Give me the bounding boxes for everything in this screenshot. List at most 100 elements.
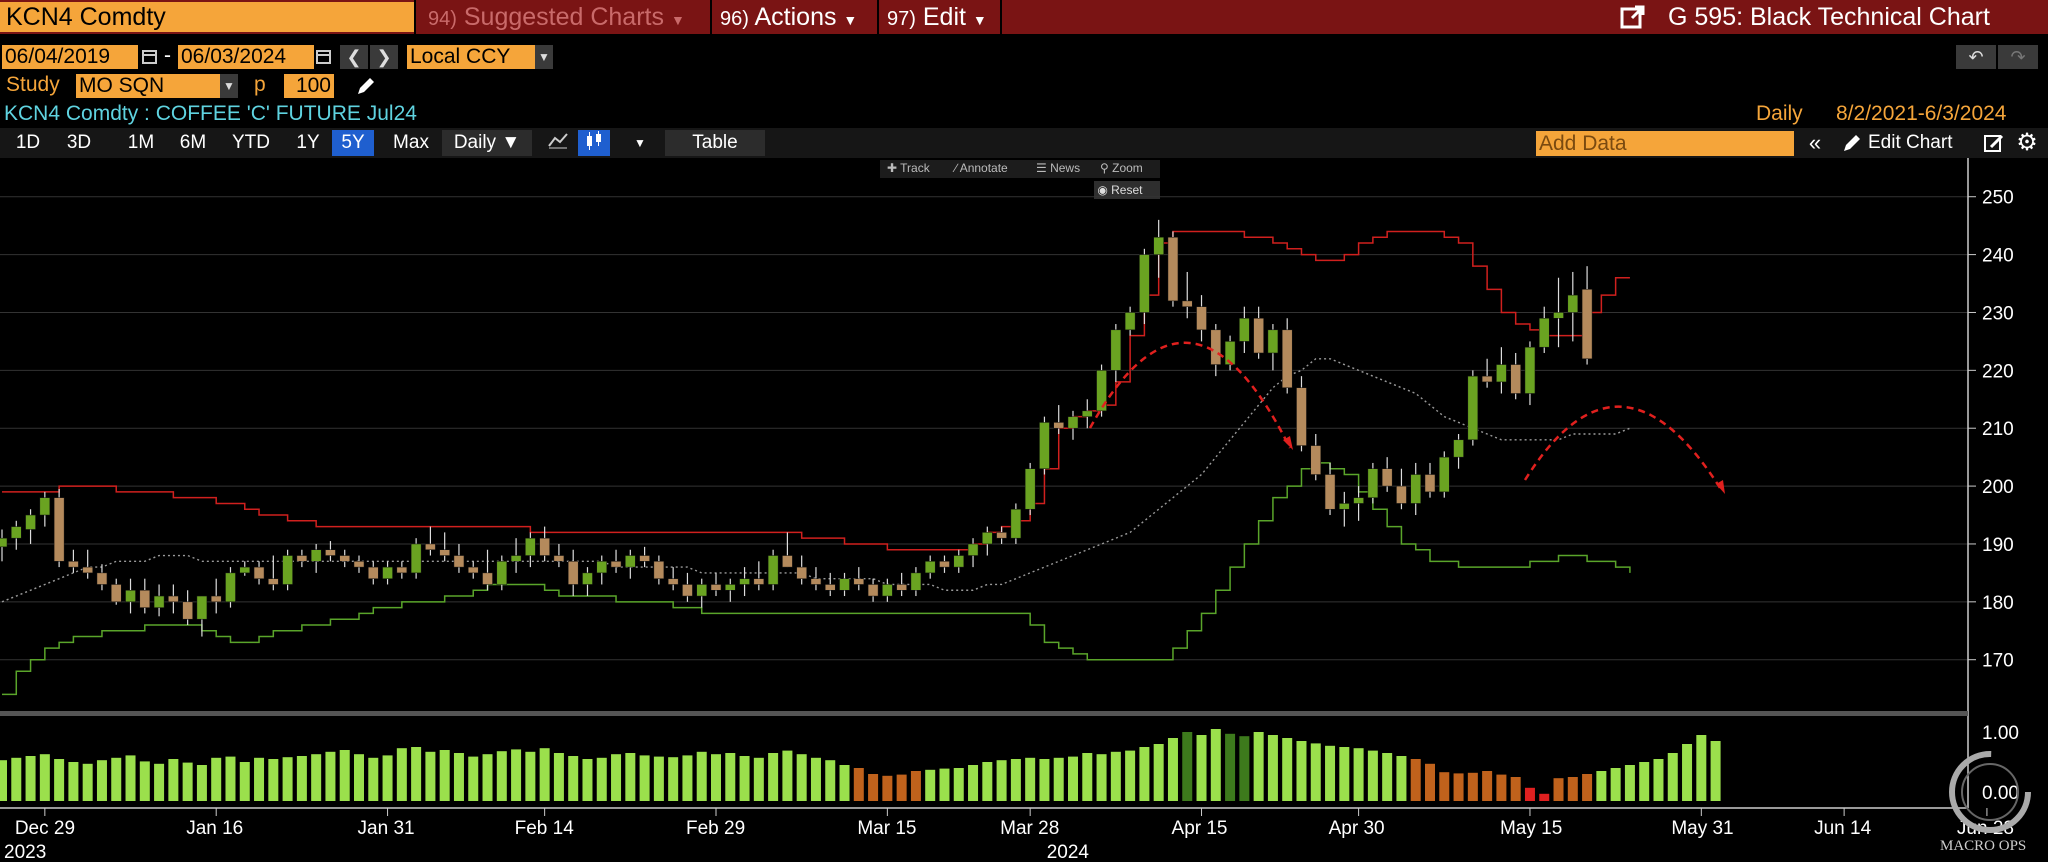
volume-bar <box>168 759 179 801</box>
study-select[interactable]: MO SQN <box>76 74 220 98</box>
pencil-icon[interactable] <box>1840 131 1864 155</box>
calendar-icon[interactable] <box>314 45 334 69</box>
candle <box>410 543 422 574</box>
table-button[interactable]: Table <box>665 130 765 156</box>
volume-bar <box>1039 759 1050 801</box>
volume-bar <box>1110 751 1121 801</box>
suggested-charts-button[interactable]: 94) Suggested Charts ▼ <box>428 0 685 34</box>
candle <box>182 601 193 620</box>
volume-bar <box>1653 759 1664 801</box>
volume-bar <box>910 771 921 801</box>
next-period-button[interactable]: ❯ <box>370 45 398 69</box>
year-label: 2023 <box>4 842 46 862</box>
candle <box>1496 364 1507 383</box>
candle <box>253 566 265 579</box>
volume-bar <box>1610 768 1621 801</box>
currency-select[interactable]: Local CCY <box>407 45 535 69</box>
candle <box>1139 254 1150 313</box>
candle <box>0 537 8 548</box>
collapse-icon[interactable]: « <box>1800 130 1830 156</box>
start-date-input[interactable]: 06/04/2019 <box>2 45 138 69</box>
param-input[interactable]: 100 <box>284 74 334 98</box>
period-button-ytd[interactable]: YTD <box>220 130 282 156</box>
calendar-icon[interactable] <box>140 45 160 69</box>
chevron-down-icon[interactable]: ▼ <box>220 74 238 98</box>
line-chart-icon[interactable] <box>543 130 573 156</box>
period-button-6m[interactable]: 6M <box>170 130 216 156</box>
edit-settings-icon[interactable] <box>1982 131 2006 155</box>
gear-icon[interactable]: ⚙ <box>2014 130 2040 156</box>
chevron-down-icon[interactable]: ▼ <box>535 45 553 69</box>
candle <box>510 555 522 562</box>
period-button-5y[interactable]: 5Y <box>332 130 374 156</box>
x-tick-label: Feb 29 <box>686 818 745 839</box>
y-tick-label: 250 <box>1982 188 2014 209</box>
volume-bar <box>1282 738 1293 801</box>
candle <box>53 497 65 562</box>
volume-bar <box>939 768 950 801</box>
volume-bar <box>525 751 536 801</box>
volume-bar <box>668 757 679 801</box>
candle <box>1067 416 1079 429</box>
volume-bar <box>853 768 864 801</box>
volume-bar <box>425 751 436 801</box>
volume-bar <box>1639 762 1650 801</box>
candle <box>996 532 1007 539</box>
candle <box>667 578 679 585</box>
y-tick-label: 210 <box>1982 419 2014 440</box>
period-button-max[interactable]: Max <box>384 130 438 156</box>
volume-bar <box>753 757 764 801</box>
period-button-1y[interactable]: 1Y <box>288 130 328 156</box>
candle <box>110 584 122 603</box>
volume-bar <box>1410 759 1421 801</box>
period-button-3d[interactable]: 3D <box>48 130 110 156</box>
add-data-input[interactable]: Add Data <box>1536 131 1794 156</box>
volume-bar <box>0 760 7 801</box>
chevron-down-icon[interactable]: ▼ <box>625 130 655 156</box>
candle <box>696 584 707 597</box>
volume-bar <box>582 759 593 801</box>
edit-chart-button[interactable]: Edit Chart <box>1868 130 1978 156</box>
candle <box>1567 294 1579 313</box>
period-button-1d[interactable]: 1D <box>10 130 46 156</box>
candlestick-icon[interactable] <box>578 130 610 156</box>
divider <box>1000 0 1002 34</box>
chevron-down-icon: ▼ <box>972 12 987 28</box>
candle <box>1467 375 1479 441</box>
volume-bar <box>82 763 93 801</box>
candle <box>982 532 993 545</box>
candle <box>25 514 36 530</box>
volume-bar <box>1125 750 1136 801</box>
volume-bar <box>1553 778 1564 801</box>
volume-bar <box>1567 777 1578 801</box>
candle <box>339 555 350 562</box>
candle <box>1053 422 1064 429</box>
volume-bar <box>1582 774 1593 801</box>
watermark-text: MACRO OPS <box>1940 838 2027 854</box>
candle <box>924 561 936 574</box>
actions-button[interactable]: 96) Actions ▼ <box>720 0 857 34</box>
volume-bar <box>1667 753 1678 801</box>
candle <box>896 584 907 591</box>
candle <box>1239 318 1250 342</box>
volume-bar <box>1068 756 1078 801</box>
popout-icon[interactable] <box>1620 4 1646 30</box>
ticker-input[interactable]: KCN4 Comdty <box>0 2 414 32</box>
candle <box>953 555 965 568</box>
candle <box>1281 329 1293 388</box>
price-chart[interactable]: 1701801902002102202302402501.000.00Dec 2… <box>0 158 2048 862</box>
interval-select[interactable]: Daily ▼ <box>442 130 532 156</box>
volume-bar <box>1096 754 1107 801</box>
candle <box>39 497 51 516</box>
period-button-1m[interactable]: 1M <box>116 130 166 156</box>
volume-bar <box>96 760 107 801</box>
undo-button[interactable]: ↶ <box>1956 45 1996 69</box>
end-date-input[interactable]: 06/03/2024 <box>178 45 314 69</box>
previous-period-button[interactable]: ❮ <box>340 45 368 69</box>
pencil-icon[interactable] <box>354 74 378 98</box>
volume-bar <box>254 757 265 801</box>
edit-button[interactable]: 97) Edit ▼ <box>887 0 987 34</box>
volume-bar <box>782 750 793 801</box>
redo-button[interactable]: ↷ <box>1998 45 2038 69</box>
volume-bar <box>39 754 50 801</box>
